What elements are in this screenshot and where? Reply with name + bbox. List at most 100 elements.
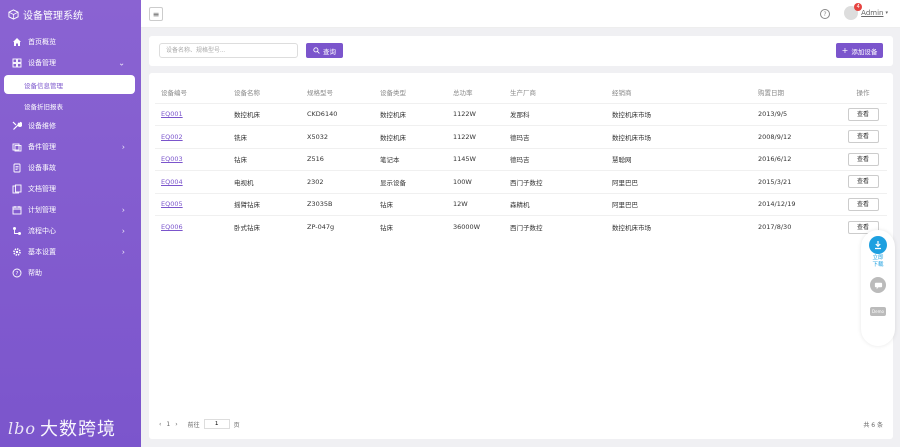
dealer-cell: 慧聪网 xyxy=(606,147,752,171)
model-cell: ZP-047g xyxy=(301,215,374,238)
next-page-button[interactable]: › xyxy=(175,421,177,428)
brand-logo-icon: lbo xyxy=(8,418,36,438)
device-code-link[interactable]: EQ001 xyxy=(161,110,183,118)
demo-button[interactable]: Demo xyxy=(870,307,886,316)
search-input[interactable] xyxy=(159,43,298,58)
model-cell: X5032 xyxy=(301,125,374,148)
sidebar-item-plans[interactable]: 计划管理 › xyxy=(0,199,141,220)
avatar[interactable]: 4 xyxy=(844,3,863,20)
device-name-cell: 数控机床 xyxy=(228,102,301,126)
chevron-right-icon: › xyxy=(121,226,125,235)
device-name-cell: 电视机 xyxy=(228,170,301,193)
download-label[interactable]: 立即下载 xyxy=(871,255,885,269)
sidebar-item-label: 文档管理 xyxy=(28,184,56,193)
device-name-cell: 铣床 xyxy=(228,125,301,148)
date-cell: 2016/6/12 xyxy=(752,147,839,171)
plus-icon: + xyxy=(841,46,849,55)
device-code-link[interactable]: EQ005 xyxy=(161,200,183,208)
device-name-cell: 钻床 xyxy=(228,147,301,171)
menu-toggle-button[interactable]: ≡ xyxy=(149,7,163,21)
dealer-cell: 阿里巴巴 xyxy=(606,192,752,216)
chevron-right-icon: › xyxy=(121,205,125,214)
total-count: 共 6 条 xyxy=(863,422,883,429)
maker-cell: 德玛吉 xyxy=(504,125,606,148)
user-name[interactable]: Admin xyxy=(861,9,883,17)
goto-label: 前往 xyxy=(187,421,200,429)
question-icon[interactable]: ? xyxy=(820,9,830,19)
sidebar-item-label: 设备维修 xyxy=(28,121,56,130)
goto-page-input[interactable] xyxy=(203,419,230,429)
search-button[interactable]: 查询 xyxy=(306,43,343,58)
table-row: EQ006 卧式钻床 ZP-047g 钻床 36000W 西门子数控 数控机床市… xyxy=(155,215,887,238)
device-code-link[interactable]: EQ002 xyxy=(161,133,183,141)
type-cell: 笔记本 xyxy=(374,147,447,171)
sidebar-item-device-management[interactable]: 设备管理 ⌄ xyxy=(0,52,141,73)
column-header: 生产厂商 xyxy=(510,88,536,97)
dealer-cell: 数控机床市场 xyxy=(606,102,752,126)
download-button[interactable] xyxy=(869,236,887,254)
model-cell: CKD6140 xyxy=(301,102,374,126)
model-cell: 2302 xyxy=(301,170,374,193)
table-row: EQ001 数控机床 CKD6140 数控机床 1122W 发那科 数控机床市场… xyxy=(155,102,887,126)
sidebar-item-home[interactable]: 首页概览 xyxy=(0,31,141,52)
view-button[interactable]: 查看 xyxy=(847,130,879,144)
type-cell: 钻床 xyxy=(374,192,447,216)
dealer-cell: 数控机床市场 xyxy=(606,125,752,148)
topbar: ≡ ? 4 Admin ▾ xyxy=(141,0,900,28)
sidebar-item-accidents[interactable]: 设备事故 xyxy=(0,157,141,178)
date-cell: 2013/9/5 xyxy=(752,102,839,126)
page-suffix: 页 xyxy=(233,421,240,429)
date-cell: 2017/8/30 xyxy=(752,215,839,238)
app-logo[interactable]: 设备管理系统 xyxy=(0,0,141,28)
sidebar-item-label: 基本设置 xyxy=(28,247,56,256)
add-device-button[interactable]: + 添加设备 xyxy=(836,43,883,58)
table-row: EQ002 铣床 X5032 数控机床 1122W 德玛吉 数控机床市场 200… xyxy=(155,125,887,148)
view-button[interactable]: 查看 xyxy=(847,175,879,189)
pagination: ‹ 1 › 前往 页 xyxy=(159,419,240,429)
sidebar-item-settings[interactable]: 基本设置 › xyxy=(0,241,141,262)
type-cell: 数控机床 xyxy=(374,125,447,148)
table-row: EQ004 电视机 2302 显示设备 100W 西门子数控 阿里巴巴 2015… xyxy=(155,170,887,193)
sidebar-item-label: 设备事故 xyxy=(28,163,56,172)
date-cell: 2008/9/12 xyxy=(752,125,839,148)
sidebar-item-label: 设备管理 xyxy=(28,58,56,67)
sidebar-item-workflow[interactable]: 流程中心 › xyxy=(0,220,141,241)
view-button[interactable]: 查看 xyxy=(847,152,879,166)
sidebar-item-repair[interactable]: 设备维修 xyxy=(0,115,141,136)
sidebar-item-documents[interactable]: 文档管理 xyxy=(0,178,141,199)
sidebar-item-help[interactable]: ? 帮助 xyxy=(0,262,141,283)
device-code-link[interactable]: EQ003 xyxy=(161,155,183,163)
search-icon xyxy=(313,47,320,54)
table-header-row: 设备编号 设备名称 规格型号 设备类型 总功率 生产厂商 经销商 购置日期 操作 xyxy=(155,81,887,103)
table-panel: 设备编号 设备名称 规格型号 设备类型 总功率 生产厂商 经销商 购置日期 操作… xyxy=(149,73,893,439)
power-cell: 1122W xyxy=(447,125,504,148)
model-cell: Z516 xyxy=(301,147,374,171)
sidebar-item-spare-parts[interactable]: 备件管理 › xyxy=(0,136,141,157)
dealer-cell: 阿里巴巴 xyxy=(606,170,752,193)
sidebar-subitem-device-info[interactable]: 设备信息管理 xyxy=(4,75,135,94)
chat-button[interactable] xyxy=(870,277,886,293)
prev-page-button[interactable]: ‹ xyxy=(159,421,161,428)
device-code-link[interactable]: EQ006 xyxy=(161,223,183,231)
device-name-cell: 卧式钻床 xyxy=(228,215,301,238)
view-button[interactable]: 查看 xyxy=(847,197,879,211)
help-circle-icon: ? xyxy=(12,268,22,278)
type-cell: 数控机床 xyxy=(374,102,447,126)
power-cell: 100W xyxy=(447,170,504,193)
sidebar-subitem-label: 设备折旧报表 xyxy=(24,102,63,111)
sidebar-item-label: 备件管理 xyxy=(28,142,56,151)
column-header: 规格型号 xyxy=(307,88,333,97)
power-cell: 1145W xyxy=(447,147,504,171)
device-code-link[interactable]: EQ004 xyxy=(161,178,183,186)
column-header: 设备类型 xyxy=(380,88,406,97)
view-button[interactable]: 查看 xyxy=(847,107,879,121)
user-menu[interactable]: 4 Admin ▾ xyxy=(844,3,888,20)
page-number[interactable]: 1 xyxy=(166,421,170,428)
chevron-right-icon: › xyxy=(121,142,125,151)
column-header: 经销商 xyxy=(612,88,632,97)
type-cell: 显示设备 xyxy=(374,170,447,193)
files-icon xyxy=(12,184,22,194)
sidebar-subitem-depreciation-report[interactable]: 设备折旧报表 xyxy=(0,96,141,115)
wrench-icon xyxy=(12,121,22,131)
add-device-label: 添加设备 xyxy=(851,47,878,56)
